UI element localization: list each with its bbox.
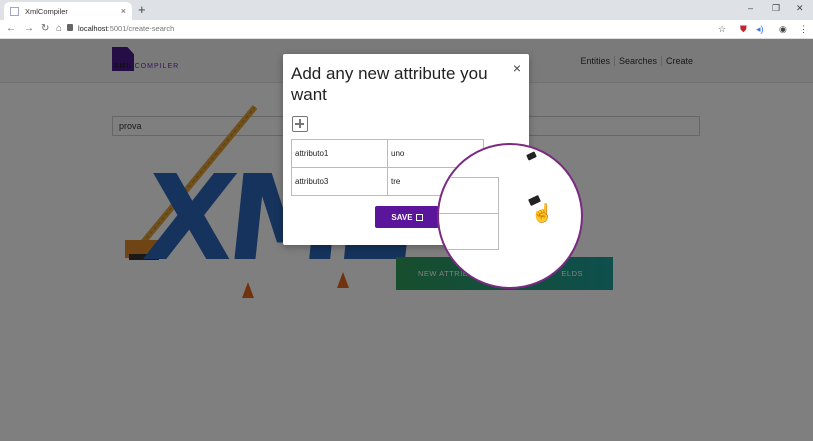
magnified-table xyxy=(439,177,499,250)
address-bar: ← → ↻ ⌂ localhost:5001/create-search ☆ ⛊… xyxy=(0,20,813,39)
profile-icon[interactable]: ◉ xyxy=(779,24,787,35)
back-icon[interactable]: ← xyxy=(6,23,16,34)
url-field[interactable]: localhost:5001/create-search xyxy=(78,24,174,33)
attribute-key-cell[interactable]: attributo3 xyxy=(291,167,388,196)
save-disk-icon xyxy=(415,213,423,221)
table-row: attributo1 uno xyxy=(291,139,484,168)
favicon-icon xyxy=(10,6,19,16)
reload-icon[interactable]: ↻ xyxy=(41,23,49,34)
tab-close-icon[interactable]: × xyxy=(121,6,126,16)
attribute-key-cell[interactable]: attributo1 xyxy=(291,139,388,168)
zoom-magnifier: ☝ xyxy=(437,143,583,289)
bookmark-star-icon[interactable]: ☆ xyxy=(718,24,726,35)
forward-icon[interactable]: → xyxy=(24,23,34,34)
tab-bar: XmlCompiler × + – ❐ ✕ xyxy=(0,0,813,20)
extension-shield-icon[interactable]: ⛊ xyxy=(740,24,747,35)
eraser-icon[interactable] xyxy=(526,151,537,161)
minimize-button[interactable]: – xyxy=(748,3,753,13)
home-icon[interactable]: ⌂ xyxy=(56,23,62,34)
new-tab-button[interactable]: + xyxy=(138,2,146,17)
restore-button[interactable]: ❐ xyxy=(772,3,780,14)
tab-title: XmlCompiler xyxy=(25,6,68,16)
extension-audio-icon[interactable]: ◂) xyxy=(756,24,764,35)
modal-title: Add any new attribute you want xyxy=(291,64,488,104)
window-close-button[interactable]: ✕ xyxy=(796,3,804,14)
hand-cursor-icon: ☝ xyxy=(531,203,554,223)
save-button[interactable]: SAVE xyxy=(375,206,439,228)
lock-icon xyxy=(67,24,73,31)
modal-close-icon[interactable]: × xyxy=(513,60,521,76)
menu-kebab-icon[interactable]: ⋮ xyxy=(799,24,808,35)
add-attribute-plus-icon[interactable] xyxy=(292,116,308,132)
browser-tab[interactable]: XmlCompiler × xyxy=(4,2,132,20)
